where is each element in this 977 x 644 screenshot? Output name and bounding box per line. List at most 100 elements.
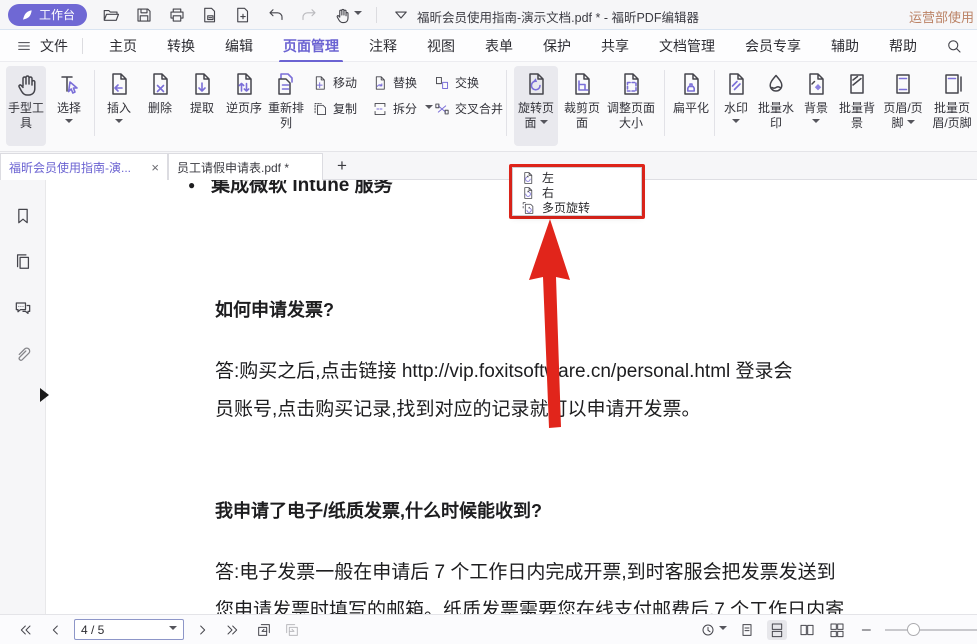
watermark-button[interactable]: 水印 [720, 66, 752, 146]
header-footer-button[interactable]: 页眉/页脚 [881, 66, 925, 146]
rearrange-icon [273, 71, 299, 97]
open-folder-icon[interactable] [102, 6, 120, 24]
swap-page-button[interactable]: 交换 [434, 74, 479, 91]
save-icon[interactable] [135, 6, 153, 24]
last-page-icon[interactable] [224, 622, 240, 638]
tab-leave-form[interactable]: 员工请假申请表.pdf * [168, 153, 323, 180]
batch-header-footer-button[interactable]: 批量页眉/页脚 [929, 66, 975, 146]
hand-tool-button[interactable]: 手型工具 [6, 66, 46, 146]
menu-view[interactable]: 视图 [427, 36, 455, 56]
page-extract-icon[interactable] [201, 6, 219, 24]
sidebar-expand-arrow-icon[interactable] [40, 388, 56, 402]
menu-help[interactable]: 帮助 [889, 36, 917, 56]
rotate-right-item[interactable]: 右 [521, 185, 641, 200]
hand-mode-icon[interactable] [333, 6, 351, 24]
tab-member-guide[interactable]: 福昕会员使用指南-演... × [0, 153, 168, 180]
search-icon[interactable] [945, 37, 963, 55]
previous-page-icon[interactable] [48, 622, 64, 638]
previous-view-icon[interactable] [256, 622, 272, 638]
cross-merge-label: 交叉合并 [455, 100, 503, 117]
faq-question-1: 如何申请发票? [215, 296, 334, 322]
watermark-caret-icon [732, 119, 740, 127]
toolbar-divider [506, 70, 507, 136]
menu-share[interactable]: 共享 [601, 36, 629, 56]
facing-continuous-view-button[interactable] [827, 620, 847, 640]
header-footer-caret-icon [907, 120, 915, 128]
split-page-icon [372, 101, 388, 117]
background-button[interactable]: 背景 [800, 66, 832, 146]
batch-watermark-button[interactable]: 批量水印 [757, 66, 795, 146]
rotate-view-caret-icon[interactable] [719, 626, 727, 634]
menu-accessibility[interactable]: 辅助 [831, 36, 859, 56]
clipped-bullet-line: ● 集成微软 Intune 服务 [188, 180, 393, 197]
hand-mode-caret-icon[interactable] [354, 11, 362, 19]
copy-page-icon [312, 101, 328, 117]
batch-background-button[interactable]: 批量背景 [838, 66, 876, 146]
continuous-view-button[interactable] [767, 620, 787, 640]
copy-page-button[interactable]: 复制 [312, 100, 357, 117]
zoom-slider[interactable] [885, 629, 977, 631]
insert-page-button[interactable]: 插入 [100, 66, 138, 146]
rearrange-button[interactable]: 重新排列 [266, 66, 306, 146]
menu-edit[interactable]: 编辑 [225, 36, 253, 56]
resize-pages-button[interactable]: 调整页面大小 [606, 66, 656, 146]
extract-page-button[interactable]: 提取 [183, 66, 221, 146]
multi-page-rotate-icon [521, 201, 535, 215]
bookmarks-panel-icon[interactable] [13, 206, 33, 226]
zoom-slider-handle[interactable] [907, 623, 920, 636]
menu-protect[interactable]: 保护 [543, 36, 571, 56]
zoom-out-icon[interactable] [859, 622, 875, 638]
crop-pages-button[interactable]: 裁剪页面 [562, 66, 602, 146]
menu-home[interactable]: 主页 [109, 36, 137, 56]
reverse-order-label: 逆页序 [226, 101, 262, 116]
move-page-button[interactable]: 移动 [312, 74, 357, 91]
menu-convert[interactable]: 转换 [167, 36, 195, 56]
file-menu[interactable]: 文件 [16, 36, 68, 56]
hand-icon [13, 71, 39, 97]
tab-close-icon[interactable]: × [151, 160, 159, 175]
pages-panel-icon[interactable] [13, 252, 33, 272]
workspace-button[interactable]: 工作台 [8, 4, 87, 26]
replace-page-button[interactable]: 替换 [372, 74, 417, 91]
next-view-icon[interactable] [284, 622, 300, 638]
document-tab-bar: 福昕会员使用指南-演... × 员工请假申请表.pdf * + [0, 152, 977, 180]
multi-page-rotate-item[interactable]: 多页旋转 [521, 200, 641, 215]
hamburger-icon [16, 38, 32, 54]
page-box-caret-icon[interactable] [169, 626, 177, 634]
delete-page-button[interactable]: 删除 [141, 66, 179, 146]
print-icon[interactable] [168, 6, 186, 24]
split-page-button[interactable]: 拆分 [372, 100, 433, 117]
menu-form[interactable]: 表单 [485, 36, 513, 56]
undo-icon[interactable] [267, 6, 285, 24]
facing-view-button[interactable] [797, 620, 817, 640]
flatten-button[interactable]: 扁平化 [672, 66, 710, 146]
next-page-icon[interactable] [194, 622, 210, 638]
insert-page-icon [106, 71, 132, 97]
rotate-pages-button[interactable]: 旋转页面 [514, 66, 558, 146]
new-page-icon[interactable] [234, 6, 252, 24]
menu-page-management[interactable]: 页面管理 [283, 36, 339, 56]
attachments-panel-icon[interactable] [13, 344, 33, 364]
header-footer-label: 页眉/页脚 [881, 101, 925, 131]
select-tool-button[interactable]: 选择 [50, 66, 88, 146]
cross-merge-button[interactable]: 交叉合并 [434, 100, 503, 117]
first-page-icon[interactable] [18, 622, 34, 638]
single-page-view-button[interactable] [737, 620, 757, 640]
faq-question-2: 我申请了电子/纸质发票,什么时候能收到? [215, 497, 542, 523]
replace-page-icon [372, 75, 388, 91]
page-number-input[interactable]: 4 / 5 [74, 619, 184, 640]
comments-panel-icon[interactable] [13, 298, 33, 318]
batch-watermark-icon [763, 71, 789, 97]
reverse-order-button[interactable]: 逆页序 [226, 66, 262, 146]
redo-icon[interactable] [300, 6, 318, 24]
document-page[interactable]: ● 集成微软 Intune 服务 如何申请发票? 答:购买之后,点击链接 htt… [46, 180, 977, 614]
menu-doc-management[interactable]: 文档管理 [659, 36, 715, 56]
rotate-view-icon[interactable] [700, 622, 716, 638]
account-label[interactable]: 运营部使用 [909, 7, 974, 26]
new-tab-button[interactable]: + [330, 155, 354, 179]
menu-member-exclusive[interactable]: 会员专享 [745, 36, 801, 56]
menu-comment[interactable]: 注释 [369, 36, 397, 56]
rotate-left-item[interactable]: 左 [521, 170, 641, 185]
collapse-ribbon-icon[interactable] [392, 6, 410, 24]
resize-pages-label: 调整页面大小 [606, 101, 656, 131]
